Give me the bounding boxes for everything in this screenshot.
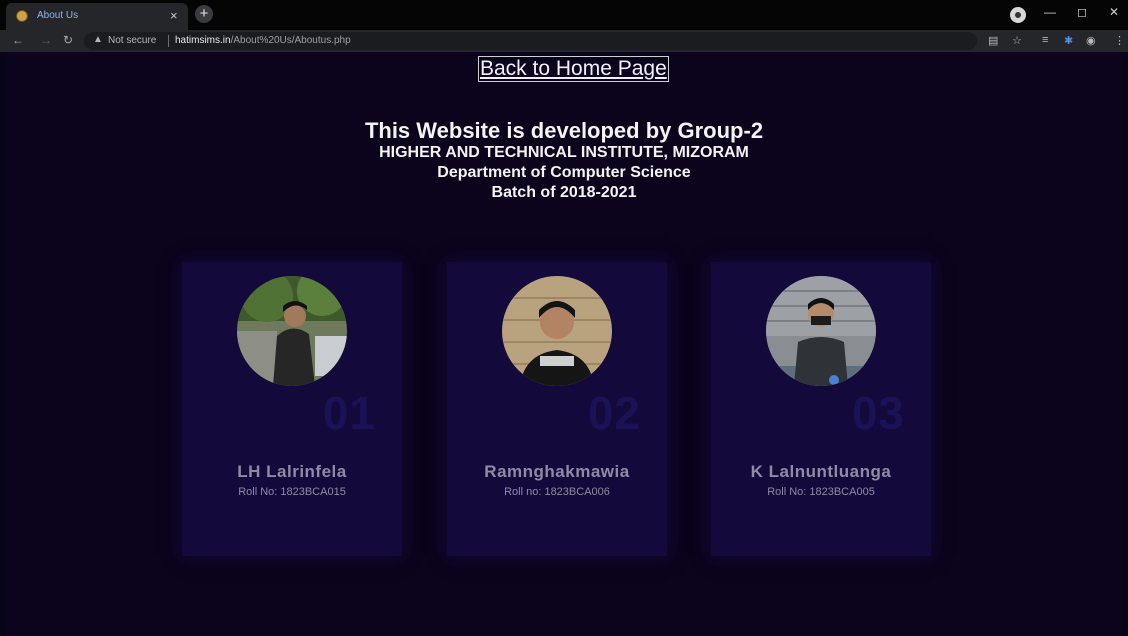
member-number: 02 bbox=[587, 387, 641, 439]
forward-arrow-icon[interactable]: → bbox=[40, 33, 52, 47]
reload-icon[interactable]: ↻ bbox=[63, 33, 73, 47]
address-bar[interactable]: ▲ Not secure hatimsims.in/About%20Us/Abo… bbox=[84, 32, 977, 50]
extension-icon[interactable]: ≡ bbox=[1042, 34, 1048, 46]
member-name: K Lalnuntluanga bbox=[750, 462, 892, 481]
member-number: 03 bbox=[851, 387, 905, 439]
url-path: /About%20Us/Aboutus.php bbox=[230, 35, 351, 46]
minimize-icon[interactable]: — bbox=[1040, 5, 1060, 19]
address-separator bbox=[168, 35, 169, 47]
member-photo bbox=[766, 276, 876, 386]
address-bar-row: ← → ↻ ▲ Not secure hatimsims.in/About%20… bbox=[0, 30, 1128, 52]
tab-title: About Us bbox=[37, 10, 79, 21]
member-roll: Roll No: 1823BCA005 bbox=[767, 486, 875, 498]
back-arrow-icon[interactable]: ← bbox=[12, 33, 24, 47]
profile-icon[interactable] bbox=[1010, 7, 1026, 23]
member-roll: Roll no: 1823BCA006 bbox=[504, 486, 610, 498]
member-card: 03 K Lalnuntluanga Roll No: 1823BCA005 bbox=[711, 262, 931, 556]
extensions-icon[interactable]: ✱ bbox=[1064, 34, 1073, 47]
member-roll: Roll No: 1823BCA015 bbox=[238, 486, 346, 498]
avatar-extension-icon[interactable]: ◉ bbox=[1086, 34, 1096, 47]
menu-icon[interactable]: ⋮ bbox=[1114, 34, 1125, 47]
member-card: 02 Ramnghakmawia Roll no: 1823BCA006 bbox=[447, 262, 667, 556]
institute-name: HIGHER AND TECHNICAL INSTITUTE, MIZORAM bbox=[379, 144, 749, 161]
url-host: hatimsims.in bbox=[175, 35, 231, 46]
member-name: LH Lalrinfela bbox=[237, 462, 347, 481]
member-number: 01 bbox=[322, 387, 376, 439]
page-content: Back to Home Page This Website is develo… bbox=[6, 52, 1122, 636]
page-title: This Website is developed by Group-2 bbox=[364, 118, 764, 143]
star-icon[interactable]: ☆ bbox=[1012, 34, 1022, 47]
site-favicon-icon bbox=[16, 10, 28, 22]
tab-strip: About Us × + — ◻ ✕ bbox=[0, 0, 1128, 30]
new-tab-button[interactable]: + bbox=[195, 5, 213, 23]
close-window-icon[interactable]: ✕ bbox=[1104, 5, 1124, 19]
member-card: 01 LH Lalrinfela Roll No: 1823BCA015 bbox=[182, 262, 402, 556]
back-to-home-link[interactable]: Back to Home Page bbox=[478, 56, 669, 82]
warning-icon: ▲ bbox=[93, 34, 103, 45]
maximize-icon[interactable]: ◻ bbox=[1072, 5, 1092, 19]
tab-close-icon[interactable]: × bbox=[170, 8, 178, 24]
tab-about-us[interactable]: About Us × bbox=[6, 3, 188, 30]
member-photo bbox=[237, 276, 347, 386]
url-text[interactable]: hatimsims.in/About%20Us/Aboutus.php bbox=[175, 35, 351, 46]
security-label[interactable]: Not secure bbox=[108, 35, 156, 46]
department-name: Department of Computer Science bbox=[437, 164, 691, 181]
batch-label: Batch of 2018-2021 bbox=[491, 184, 637, 201]
translate-icon[interactable]: ▤ bbox=[988, 34, 998, 47]
member-name: Ramnghakmawia bbox=[484, 462, 630, 481]
member-photo bbox=[502, 276, 612, 386]
